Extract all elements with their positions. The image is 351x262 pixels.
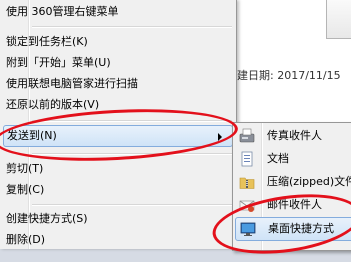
mail-recipient-icon <box>239 197 255 213</box>
menu-item-restore-versions[interactable]: 还原以前的版本(V) <box>3 94 231 115</box>
menu-item-send-to[interactable]: 发送到(N) <box>3 125 233 147</box>
menu-item-pin-taskbar[interactable]: 锁定到任务栏(K) <box>3 31 231 52</box>
submenu-item-label: 传真收件人 <box>267 129 322 142</box>
submenu-item-zip[interactable]: 压缩(zipped)文件夹 <box>235 171 351 193</box>
menu-item-create-shortcut[interactable]: 创建快捷方式(S) <box>3 208 231 229</box>
submenu-item-label: 邮件收件人 <box>267 198 322 211</box>
menu-item-copy[interactable]: 复制(C) <box>3 179 231 200</box>
submenu-item-mail[interactable]: 邮件收件人 <box>235 194 351 216</box>
submenu-item-label: 桌面快捷方式 <box>268 222 334 235</box>
submenu-item-fax[interactable]: 传真收件人 <box>235 125 351 147</box>
menu-item-lenovo-scan[interactable]: 使用联想电脑管家进行扫描 <box>3 73 231 94</box>
menu-separator <box>32 204 232 206</box>
fax-icon <box>239 128 255 144</box>
zip-folder-icon <box>239 174 255 190</box>
submenu-item-desktop-shortcut[interactable]: 桌面快捷方式 <box>235 217 351 241</box>
menu-separator <box>32 153 232 155</box>
menu-item-cut[interactable]: 剪切(T) <box>3 158 231 179</box>
desktop-icon <box>240 221 256 237</box>
submenu-item-documents[interactable]: 文档 <box>235 148 351 170</box>
menu-separator <box>32 120 232 122</box>
menu-item-pin-start[interactable]: 附到「开始」菜单(U) <box>3 52 231 73</box>
submenu-item-label: 压缩(zipped)文件夹 <box>267 175 351 188</box>
submenu-arrow-icon <box>218 133 222 141</box>
menu-item-delete[interactable]: 删除(D) <box>3 229 231 250</box>
menu-item-360-manage[interactable]: 使用 360管理右键菜单 <box>3 1 231 22</box>
documents-folder-icon <box>239 151 255 167</box>
window-control-button[interactable] <box>326 0 351 39</box>
submenu-item-label: 文档 <box>267 152 289 165</box>
menu-separator <box>32 26 232 28</box>
send-to-submenu: 传真收件人 文档 压缩(zipped)文件夹 <box>232 122 351 251</box>
context-menu: 使用 360管理右键菜单 锁定到任务栏(K) 附到「开始」菜单(U) 使用联想电… <box>0 0 237 249</box>
creation-date-text: 建日期: 2017/11/15 <box>237 69 341 82</box>
